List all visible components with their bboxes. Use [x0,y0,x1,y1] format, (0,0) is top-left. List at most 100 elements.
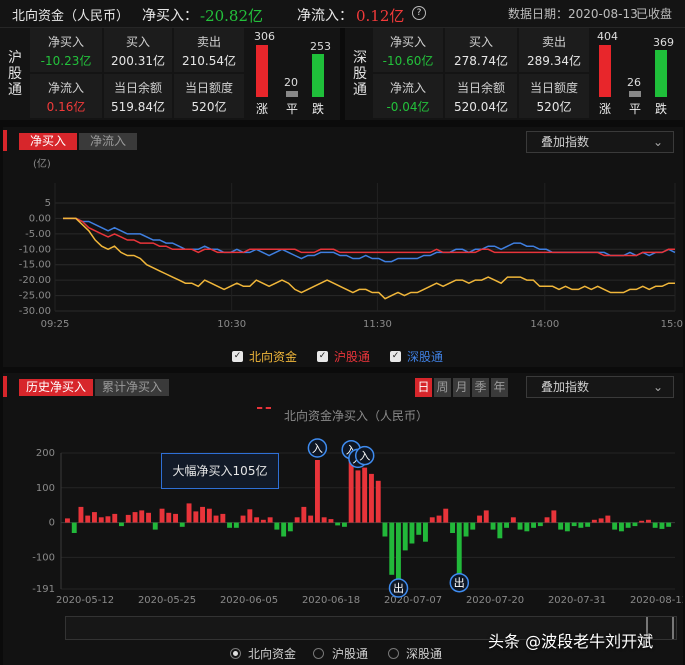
range-handle-right[interactable] [672,617,674,639]
radio-north-label: 北向资金 [248,647,297,661]
sz-balance-cell: 当日余额 520.04亿 [445,74,517,118]
bar [483,510,489,523]
legend-sz: 深股通 [407,350,444,364]
bar [564,522,570,532]
bar [98,517,104,523]
y-tick-label: -20.00 [19,275,51,286]
y-tick-label: -100 [32,552,55,563]
chevron-down-icon: ⌄ [652,135,663,149]
bar [193,511,199,523]
bar [335,522,341,526]
bar [348,461,354,523]
bar [152,522,158,530]
bar [274,522,280,530]
bar [294,517,300,523]
bar [402,522,408,551]
sz-sell-label: 卖出 [541,35,566,49]
period-quarter[interactable]: 季 [472,378,489,397]
tab-cumulative-net-buy[interactable]: 累计净买入 [95,379,169,396]
bar [321,517,327,523]
bar [571,522,577,527]
y-tick-label: 0.00 [29,213,51,224]
bar [179,522,185,527]
radio-sh-label: 沪股通 [332,647,369,661]
bar [247,509,253,523]
sz-name: 深股通 [353,50,367,98]
x-tick-label: 2020-08-13 [630,595,683,606]
radio-sz[interactable] [388,648,399,659]
series-line-1 [63,217,675,257]
history-overlay-select[interactable]: 叠加指数 ⌄ [526,376,674,398]
bar [591,519,597,523]
net-buy-value: -20.82亿 [200,7,264,25]
bar [470,522,476,530]
sz-net-buy-value: -10.60亿 [382,54,434,68]
bar [200,506,205,523]
sh-up-bar [256,45,268,97]
sh-down-count: 253 [310,40,331,53]
tab-net-buy[interactable]: 净买入 [19,133,77,150]
sh-down-label: 跌 [312,102,325,116]
tab-net-inflow[interactable]: 净流入 [79,133,137,150]
sz-breadth: 404 涨 26 平 369 跌 [593,28,683,120]
bar [308,515,314,523]
x-tick-label: 2020-06-18 [302,595,360,606]
sz-net-inflow-cell: 净流入 -0.04亿 [373,74,443,118]
data-date: 数据日期：2020-08-13 [508,7,638,21]
bar [463,522,469,537]
intraday-section: 净买入 净流入 叠加指数 ⌄ (亿) 5 0.00 -5.00 -10.00 -15.00… [3,127,683,367]
y-tick-label: -5.00 [25,229,51,240]
period-day[interactable]: 日 [415,378,432,397]
tab-history-net-buy[interactable]: 历史净买入 [19,379,93,396]
sh-up-count: 306 [254,30,275,43]
y-tick-label: -15.00 [19,260,51,271]
period-month[interactable]: 月 [453,378,470,397]
radio-north[interactable] [230,648,241,659]
help-icon[interactable]: ? [412,6,426,20]
sh-balance-label: 当日余额 [113,81,162,95]
sh-buy-label: 买入 [125,35,150,49]
sz-down-label: 跌 [655,102,668,116]
bar [443,508,449,523]
bar [78,506,84,523]
sh-checkbox[interactable]: ✓ [317,351,328,362]
radio-sh[interactable] [313,648,324,659]
sz-sell-value: 289.34亿 [527,54,581,68]
sz-checkbox[interactable]: ✓ [390,351,401,362]
north-checkbox[interactable]: ✓ [232,351,243,362]
bar [260,519,266,523]
radio-sz-label: 深股通 [406,647,443,661]
bar [544,517,550,523]
history-section: 历史净买入 累计净买入 日 周 月 季 年 叠加指数 ⌄ 北向资金净买入（人民币… [3,373,683,665]
period-week[interactable]: 周 [434,378,451,397]
bar [639,520,645,523]
net-inflow-label: 净流入： [297,8,353,24]
sz-up-bar [599,45,611,97]
sh-net-inflow-cell: 净流入 0.16亿 [30,74,102,118]
x-tick-label: 2020-05-25 [138,595,196,606]
sh-net-inflow-label: 净流入 [47,81,84,95]
period-year[interactable]: 年 [491,378,508,397]
sz-quota-cell: 当日额度 520亿 [519,74,589,118]
bar [105,516,111,523]
watermark: 头条 @波段老牛刘开斌 [488,632,654,651]
legend-north: 北向资金 [249,350,298,364]
net-buy-label: 净买入： [142,8,198,24]
bar [625,522,631,528]
bar [240,515,246,523]
bar [213,515,219,523]
sz-buy-value: 278.74亿 [454,54,508,68]
bar [578,522,584,528]
sz-net-buy-cell: 净买入 -10.60亿 [373,28,443,72]
sz-quota-value: 520亿 [536,100,572,114]
sh-up-label: 涨 [256,102,269,116]
sz-quota-label: 当日额度 [529,81,578,95]
x-tick-label: 2020-07-07 [384,595,442,606]
bar [497,522,503,539]
bar [287,522,293,532]
bar [456,522,462,575]
period-tabs: 日 周 月 季 年 [415,378,508,397]
bar [328,519,334,523]
sh-name: 沪股通 [8,50,22,98]
overlay-index-select[interactable]: 叠加指数 ⌄ [526,131,674,153]
